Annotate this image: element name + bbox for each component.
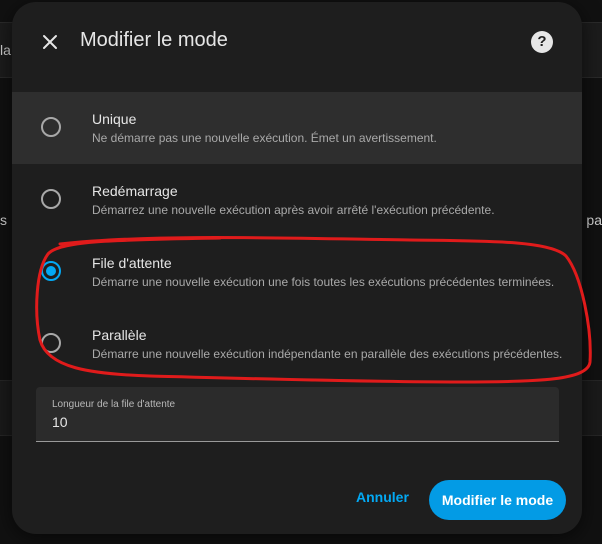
radio-parallel[interactable]	[41, 333, 61, 353]
option-description: Démarre une nouvelle exécution une fois …	[92, 275, 555, 289]
radio-unique[interactable]	[41, 117, 61, 137]
option-restart[interactable]: Redémarrage Démarrez une nouvelle exécut…	[12, 164, 582, 236]
mode-dialog: Modifier le mode ? Unique Ne démarre pas…	[12, 2, 582, 534]
option-parallel[interactable]: Parallèle Démarre une nouvelle exécution…	[12, 308, 582, 380]
option-unique[interactable]: Unique Ne démarre pas une nouvelle exécu…	[12, 92, 582, 164]
background-text-fragment: la	[0, 42, 11, 58]
queue-length-input[interactable]	[52, 414, 532, 430]
option-title: Unique	[92, 111, 137, 127]
change-mode-button[interactable]: Modifier le mode	[429, 480, 566, 520]
radio-queued[interactable]	[41, 261, 61, 281]
dialog-header: Modifier le mode ?	[12, 2, 582, 86]
background-text-fragment: s	[0, 212, 7, 228]
option-title: Redémarrage	[92, 183, 178, 199]
option-queued[interactable]: File d'attente Démarre une nouvelle exéc…	[12, 236, 582, 308]
option-description: Démarre une nouvelle exécution indépenda…	[92, 347, 563, 361]
mode-options-list: Unique Ne démarre pas une nouvelle exécu…	[12, 92, 582, 380]
option-title: Parallèle	[92, 327, 147, 343]
cancel-button[interactable]: Annuler	[356, 489, 409, 505]
queue-length-field[interactable]: Longueur de la file d'attente	[36, 387, 559, 442]
radio-restart[interactable]	[41, 189, 61, 209]
queue-length-label: Longueur de la file d'attente	[52, 399, 176, 410]
option-description: Démarrez une nouvelle exécution après av…	[92, 203, 495, 217]
help-icon[interactable]: ?	[531, 31, 553, 53]
dialog-title: Modifier le mode	[80, 29, 228, 51]
close-icon[interactable]	[38, 30, 62, 54]
option-description: Ne démarre pas une nouvelle exécution. É…	[92, 131, 437, 145]
option-title: File d'attente	[92, 255, 172, 271]
